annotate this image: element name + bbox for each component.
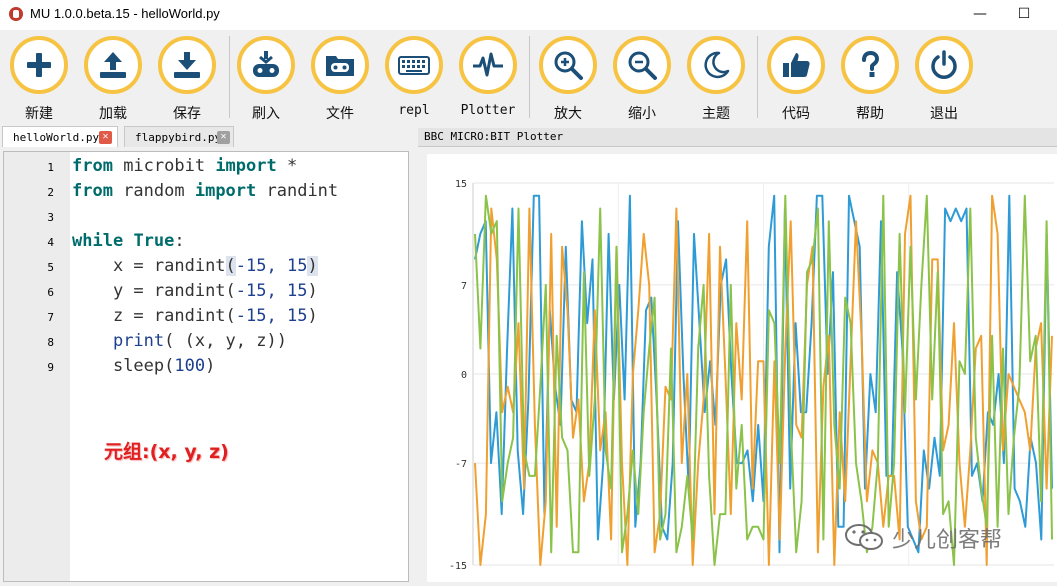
check-code-button-label: 代码 <box>782 106 810 122</box>
tab-label: helloWorld.py <box>13 131 100 144</box>
toolbar-separator <box>229 36 230 118</box>
code-line: x = randint(-15, 15) <box>112 256 318 276</box>
plotter-button[interactable]: Plotter <box>453 36 527 124</box>
plotter-panel: 15 7 0 -7 -15 <box>427 154 1057 582</box>
moon-icon <box>704 51 730 79</box>
flash-icon <box>253 51 279 77</box>
zoom-in-icon <box>554 51 583 80</box>
check-code-button[interactable]: 代码 <box>761 36 835 124</box>
toolbar: 新建 加载 保存 刷入 文件 repl Plotter 放大 缩小 主题 代码 … <box>0 30 1057 126</box>
line-number: 8 <box>47 336 54 349</box>
keyboard-icon <box>398 56 430 75</box>
editor-tabs: helloWorld.py ✕ flappybird.py ✕ <box>0 126 415 148</box>
plus-icon <box>27 53 51 77</box>
close-tab-icon[interactable]: ✕ <box>217 131 230 144</box>
maximize-button[interactable]: ☐ <box>1010 3 1038 25</box>
toolbar-separator <box>757 36 758 118</box>
code-line: from random import randint <box>72 181 339 201</box>
line-number: 4 <box>47 236 54 249</box>
y-tick-label: 15 <box>455 179 467 190</box>
save-button-label: 保存 <box>173 106 201 122</box>
theme-button-label: 主题 <box>702 106 730 122</box>
power-icon <box>931 50 957 79</box>
title-bar: MU 1.0.0.beta.15 - helloWorld.py — ☐ <box>0 0 1057 30</box>
tab-flappybird[interactable]: flappybird.py ✕ <box>124 126 234 147</box>
load-button-label: 加载 <box>99 106 127 122</box>
y-tick-label: -7 <box>455 459 467 470</box>
line-number: 7 <box>47 311 54 324</box>
zoom-out-button[interactable]: 缩小 <box>607 36 681 124</box>
plotter-header: BBC MICRO:BIT Plotter <box>418 128 1057 147</box>
plotter-chart: 15 7 0 -7 -15 <box>449 179 1054 572</box>
line-number: 5 <box>47 261 54 274</box>
code-line: while True: <box>72 231 185 251</box>
line-number: 9 <box>47 361 54 374</box>
files-button-label: 文件 <box>326 106 354 122</box>
code-line: print( (x, y, z)) <box>112 331 287 351</box>
line-number: 1 <box>47 161 54 174</box>
new-button[interactable]: 新建 <box>4 36 78 124</box>
toolbar-separator <box>529 36 530 118</box>
wechat-icon <box>845 524 883 550</box>
thumbs-up-icon <box>783 53 810 77</box>
watermark-text: 少儿创客帮 <box>892 528 1003 553</box>
tab-label: flappybird.py <box>135 131 222 144</box>
window-title: MU 1.0.0.beta.15 - helloWorld.py <box>30 6 220 21</box>
files-button[interactable]: 文件 <box>305 36 379 124</box>
line-number: 2 <box>47 186 54 199</box>
tuple-annotation: 元组:(x, y, z) <box>104 441 229 463</box>
line-number: 6 <box>47 286 54 299</box>
y-tick-label: 7 <box>461 281 467 292</box>
new-button-label: 新建 <box>25 106 53 122</box>
code-line: z = randint(-15, 15) <box>112 306 318 326</box>
flash-button-label: 刷入 <box>252 106 280 122</box>
code-line: sleep(100) <box>112 356 216 376</box>
zoom-out-button-label: 缩小 <box>628 106 656 122</box>
download-icon <box>174 52 200 78</box>
load-button[interactable]: 加载 <box>78 36 152 124</box>
quit-button-label: 退出 <box>930 106 958 122</box>
pulse-icon <box>473 52 503 77</box>
folder-icon <box>326 56 354 76</box>
code-line: y = randint(-15, 15) <box>112 281 318 301</box>
zoom-in-button[interactable]: 放大 <box>533 36 607 124</box>
code-editor[interactable]: 1 2 3 4 5 6 7 8 9 from microbit import * from ran… <box>3 151 409 582</box>
save-button[interactable]: 保存 <box>152 36 226 124</box>
y-tick-label: 0 <box>461 370 467 381</box>
plotter-button-label: Plotter <box>460 103 516 118</box>
theme-button[interactable]: 主题 <box>681 36 755 124</box>
question-icon <box>862 50 880 77</box>
code-line: from microbit import * <box>72 156 298 176</box>
tab-helloworld[interactable]: helloWorld.py ✕ <box>2 126 118 147</box>
flash-button[interactable]: 刷入 <box>231 36 305 124</box>
minimize-button[interactable]: — <box>966 3 994 25</box>
repl-button-label: repl <box>398 103 430 118</box>
quit-button[interactable]: 退出 <box>909 36 983 124</box>
y-tick-label: -15 <box>449 561 467 572</box>
line-number: 3 <box>47 211 54 224</box>
help-button-label: 帮助 <box>856 106 884 122</box>
repl-button[interactable]: repl <box>379 36 453 124</box>
app-logo-icon <box>9 7 23 21</box>
zoom-in-button-label: 放大 <box>554 106 582 122</box>
line-number-gutter: 1 2 3 4 5 6 7 8 9 <box>4 152 70 581</box>
help-button[interactable]: 帮助 <box>835 36 909 124</box>
zoom-out-icon <box>628 51 657 80</box>
upload-icon <box>100 52 126 78</box>
close-tab-icon[interactable]: ✕ <box>99 131 112 144</box>
plotter-title: BBC MICRO:BIT Plotter <box>424 130 564 143</box>
